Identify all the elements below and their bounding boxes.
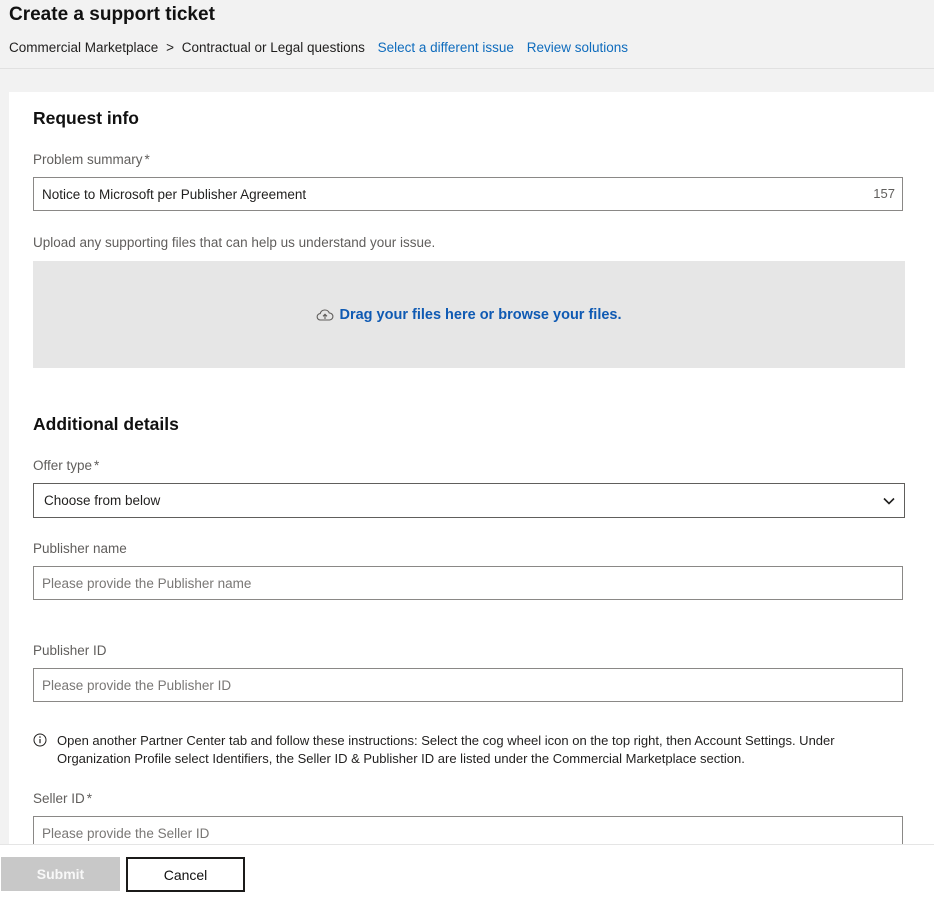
submit-button[interactable]: Submit	[1, 857, 120, 891]
seller-id-input[interactable]	[34, 817, 830, 844]
cancel-button[interactable]: Cancel	[126, 857, 245, 892]
browse-files-link[interactable]: Drag your files here or browse your file…	[316, 306, 622, 323]
select-different-issue-link[interactable]: Select a different issue	[378, 40, 514, 55]
cloud-upload-icon	[317, 308, 334, 321]
ticket-form-card: Request info Problem summary* 157 Upload…	[9, 92, 934, 844]
publisher-name-input[interactable]	[34, 567, 830, 599]
seller-id-field[interactable]	[33, 816, 903, 844]
form-footer: Submit Cancel	[0, 844, 934, 899]
additional-details-heading: Additional details	[33, 414, 179, 434]
problem-summary-label: Problem summary *	[33, 152, 150, 167]
request-info-heading: Request info	[33, 108, 139, 128]
chevron-down-icon	[883, 497, 895, 505]
info-icon	[33, 733, 47, 747]
breadcrumb-category: Commercial Marketplace	[9, 40, 159, 55]
file-dropzone[interactable]: Drag your files here or browse your file…	[33, 261, 905, 368]
page-title: Create a support ticket	[9, 4, 215, 25]
problem-summary-label-text: Problem summary	[33, 152, 143, 167]
required-mark: *	[86, 791, 93, 806]
publisher-id-field[interactable]	[33, 668, 903, 702]
publisher-id-input[interactable]	[34, 669, 830, 701]
offer-type-label-text: Offer type	[33, 458, 93, 473]
publisher-name-label: Publisher name	[33, 541, 127, 556]
review-solutions-link[interactable]: Review solutions	[527, 40, 628, 55]
seller-id-label: Seller ID *	[33, 791, 92, 806]
publisher-name-field[interactable]	[33, 566, 903, 600]
upload-label: Upload any supporting files that can hel…	[33, 235, 436, 250]
required-mark: *	[94, 458, 100, 473]
page-header: Create a support ticket Commercial Marke…	[0, 0, 934, 69]
breadcrumb-separator: >	[166, 40, 174, 55]
problem-summary-input[interactable]	[34, 178, 830, 210]
seller-id-label-text: Seller ID	[33, 791, 85, 806]
offer-type-dropdown[interactable]: Choose from below	[33, 483, 905, 518]
offer-type-label: Offer type *	[33, 458, 99, 473]
breadcrumb-topic: Contractual or Legal questions	[181, 40, 365, 55]
required-mark: *	[144, 152, 150, 167]
dropzone-text: Drag your files here or browse your file…	[339, 306, 622, 323]
problem-summary-field[interactable]: 157	[33, 177, 903, 211]
breadcrumb: Commercial Marketplace > Contractual or …	[9, 40, 628, 55]
offer-type-selected: Choose from below	[44, 493, 161, 508]
publisher-id-label: Publisher ID	[33, 643, 107, 658]
info-note-text: Open another Partner Center tab and foll…	[57, 733, 835, 766]
char-count: 157	[873, 186, 895, 201]
